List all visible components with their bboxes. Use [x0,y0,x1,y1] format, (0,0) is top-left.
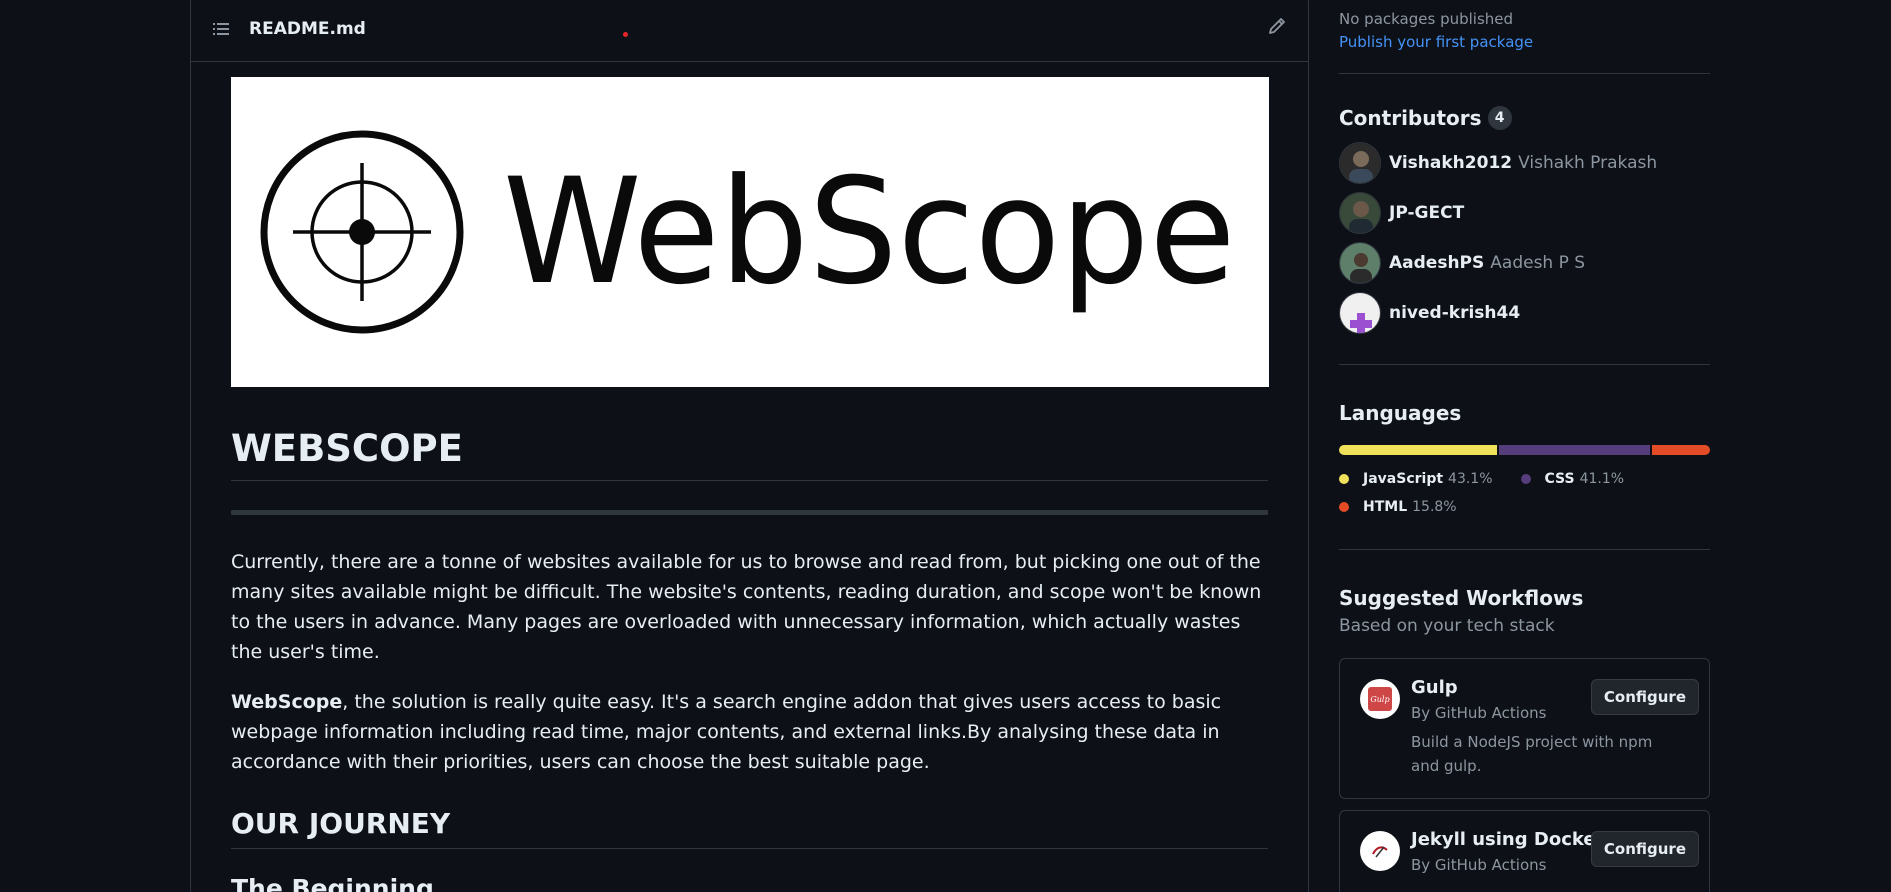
contributor-item[interactable]: Vishakh2012 Vishakh Prakash [1339,142,1710,184]
contributors-count-badge: 4 [1487,106,1512,130]
horizontal-rule [231,510,1268,515]
contributor-item[interactable]: nived-krish44 [1339,292,1710,334]
language-percent: 41.1% [1579,471,1625,487]
contributor-item[interactable]: JP-GECT [1339,192,1710,234]
pencil-icon[interactable] [1266,15,1288,37]
language-name: JavaScript [1363,471,1444,487]
contributors-heading: Contributors 4 [1339,106,1710,130]
readme-heading-webscope: WEBSCOPE [231,427,1268,481]
contributor-login[interactable]: nived-krish44 [1389,303,1520,323]
workflow-description: Build a NodeJS project with npm and gulp… [1411,733,1653,775]
language-item[interactable]: HTML 15.8% [1339,493,1457,521]
language-name: CSS [1544,471,1575,487]
paragraph-text: , the solution is really quite easy. It'… [231,691,1222,773]
languages-legend: JavaScript 43.1% CSS 41.1% HTML 15.8% [1339,465,1710,521]
contributors-title[interactable]: Contributors [1339,106,1482,130]
gulp-icon: Gulp [1360,679,1400,719]
list-icon[interactable] [211,19,231,39]
contributor-name: Aadesh P S [1490,253,1586,273]
repo-sidebar: No packages published Publish your first… [1339,0,1710,892]
language-bar-segment-javascript [1339,445,1498,455]
publish-package-link[interactable]: Publish your first package [1339,33,1710,51]
readme-paragraph-solution: WebScope, the solution is really quite e… [231,687,1268,777]
workflows-title: Suggested Workflows [1339,586,1584,610]
configure-button[interactable]: Configure [1590,831,1699,867]
suggested-workflows-section: Suggested Workflows Based on your tech s… [1339,550,1710,892]
language-percent: 43.1% [1448,471,1493,487]
readme-filename[interactable]: README.md [249,19,366,39]
contributor-item[interactable]: AadeshPS Aadesh P S [1339,242,1710,284]
language-item[interactable]: CSS 41.1% [1520,465,1625,493]
readme-heading-beginning: The Beginning [231,874,434,892]
avatar[interactable] [1339,142,1381,184]
no-packages-text: No packages published [1339,10,1514,28]
contributor-login[interactable]: AadeshPS [1389,253,1484,273]
language-bar-segment-css [1499,445,1651,455]
contributor-login[interactable]: JP-GECT [1389,203,1464,223]
avatar[interactable] [1339,192,1381,234]
jekyll-icon [1360,831,1400,871]
language-item[interactable]: JavaScript 43.1% [1339,465,1493,493]
workflow-card-jekyll: Jekyll using Docker By GitHub Actions Co… [1339,810,1710,892]
language-bar-segment-html [1652,445,1710,455]
red-dot-marker [623,32,628,37]
crosshair-logo-icon [260,130,464,334]
readme-panel: README.md WebScope WEBSCOPE Currently, t… [190,0,1309,892]
readme-header: README.md [191,0,1308,62]
avatar[interactable] [1339,242,1381,284]
workflows-subtitle: Based on your tech stack [1339,616,1555,636]
bold-webscope: WebScope [231,691,343,713]
banner-logo-text: WebScope [503,147,1236,317]
webscope-banner-image: WebScope [231,77,1269,387]
readme-heading-journey: OUR JOURNEY [231,807,1268,849]
contributor-name: Vishakh Prakash [1518,153,1658,173]
configure-button[interactable]: Configure [1590,679,1699,715]
gulp-icon-text: Gulp [1370,695,1389,704]
language-name: HTML [1363,499,1408,515]
css-color-dot [1520,474,1531,484]
avatar[interactable] [1339,292,1381,334]
readme-paragraph: Currently, there are a tonne of websites… [231,551,1262,663]
language-percent: 15.8% [1412,499,1457,515]
languages-bar [1339,445,1710,455]
languages-title: Languages [1339,401,1462,425]
contributors-section: Contributors 4 Vishakh2012 Vishakh Praka… [1339,74,1710,364]
contributor-login[interactable]: Vishakh2012 [1389,153,1512,173]
workflow-card-gulp: Gulp Gulp By GitHub Actions Build a Node… [1339,658,1710,799]
languages-section: Languages JavaScript 43.1% CSS 41.1% HTM… [1339,365,1710,549]
javascript-color-dot [1339,474,1349,484]
html-color-dot [1339,502,1349,512]
